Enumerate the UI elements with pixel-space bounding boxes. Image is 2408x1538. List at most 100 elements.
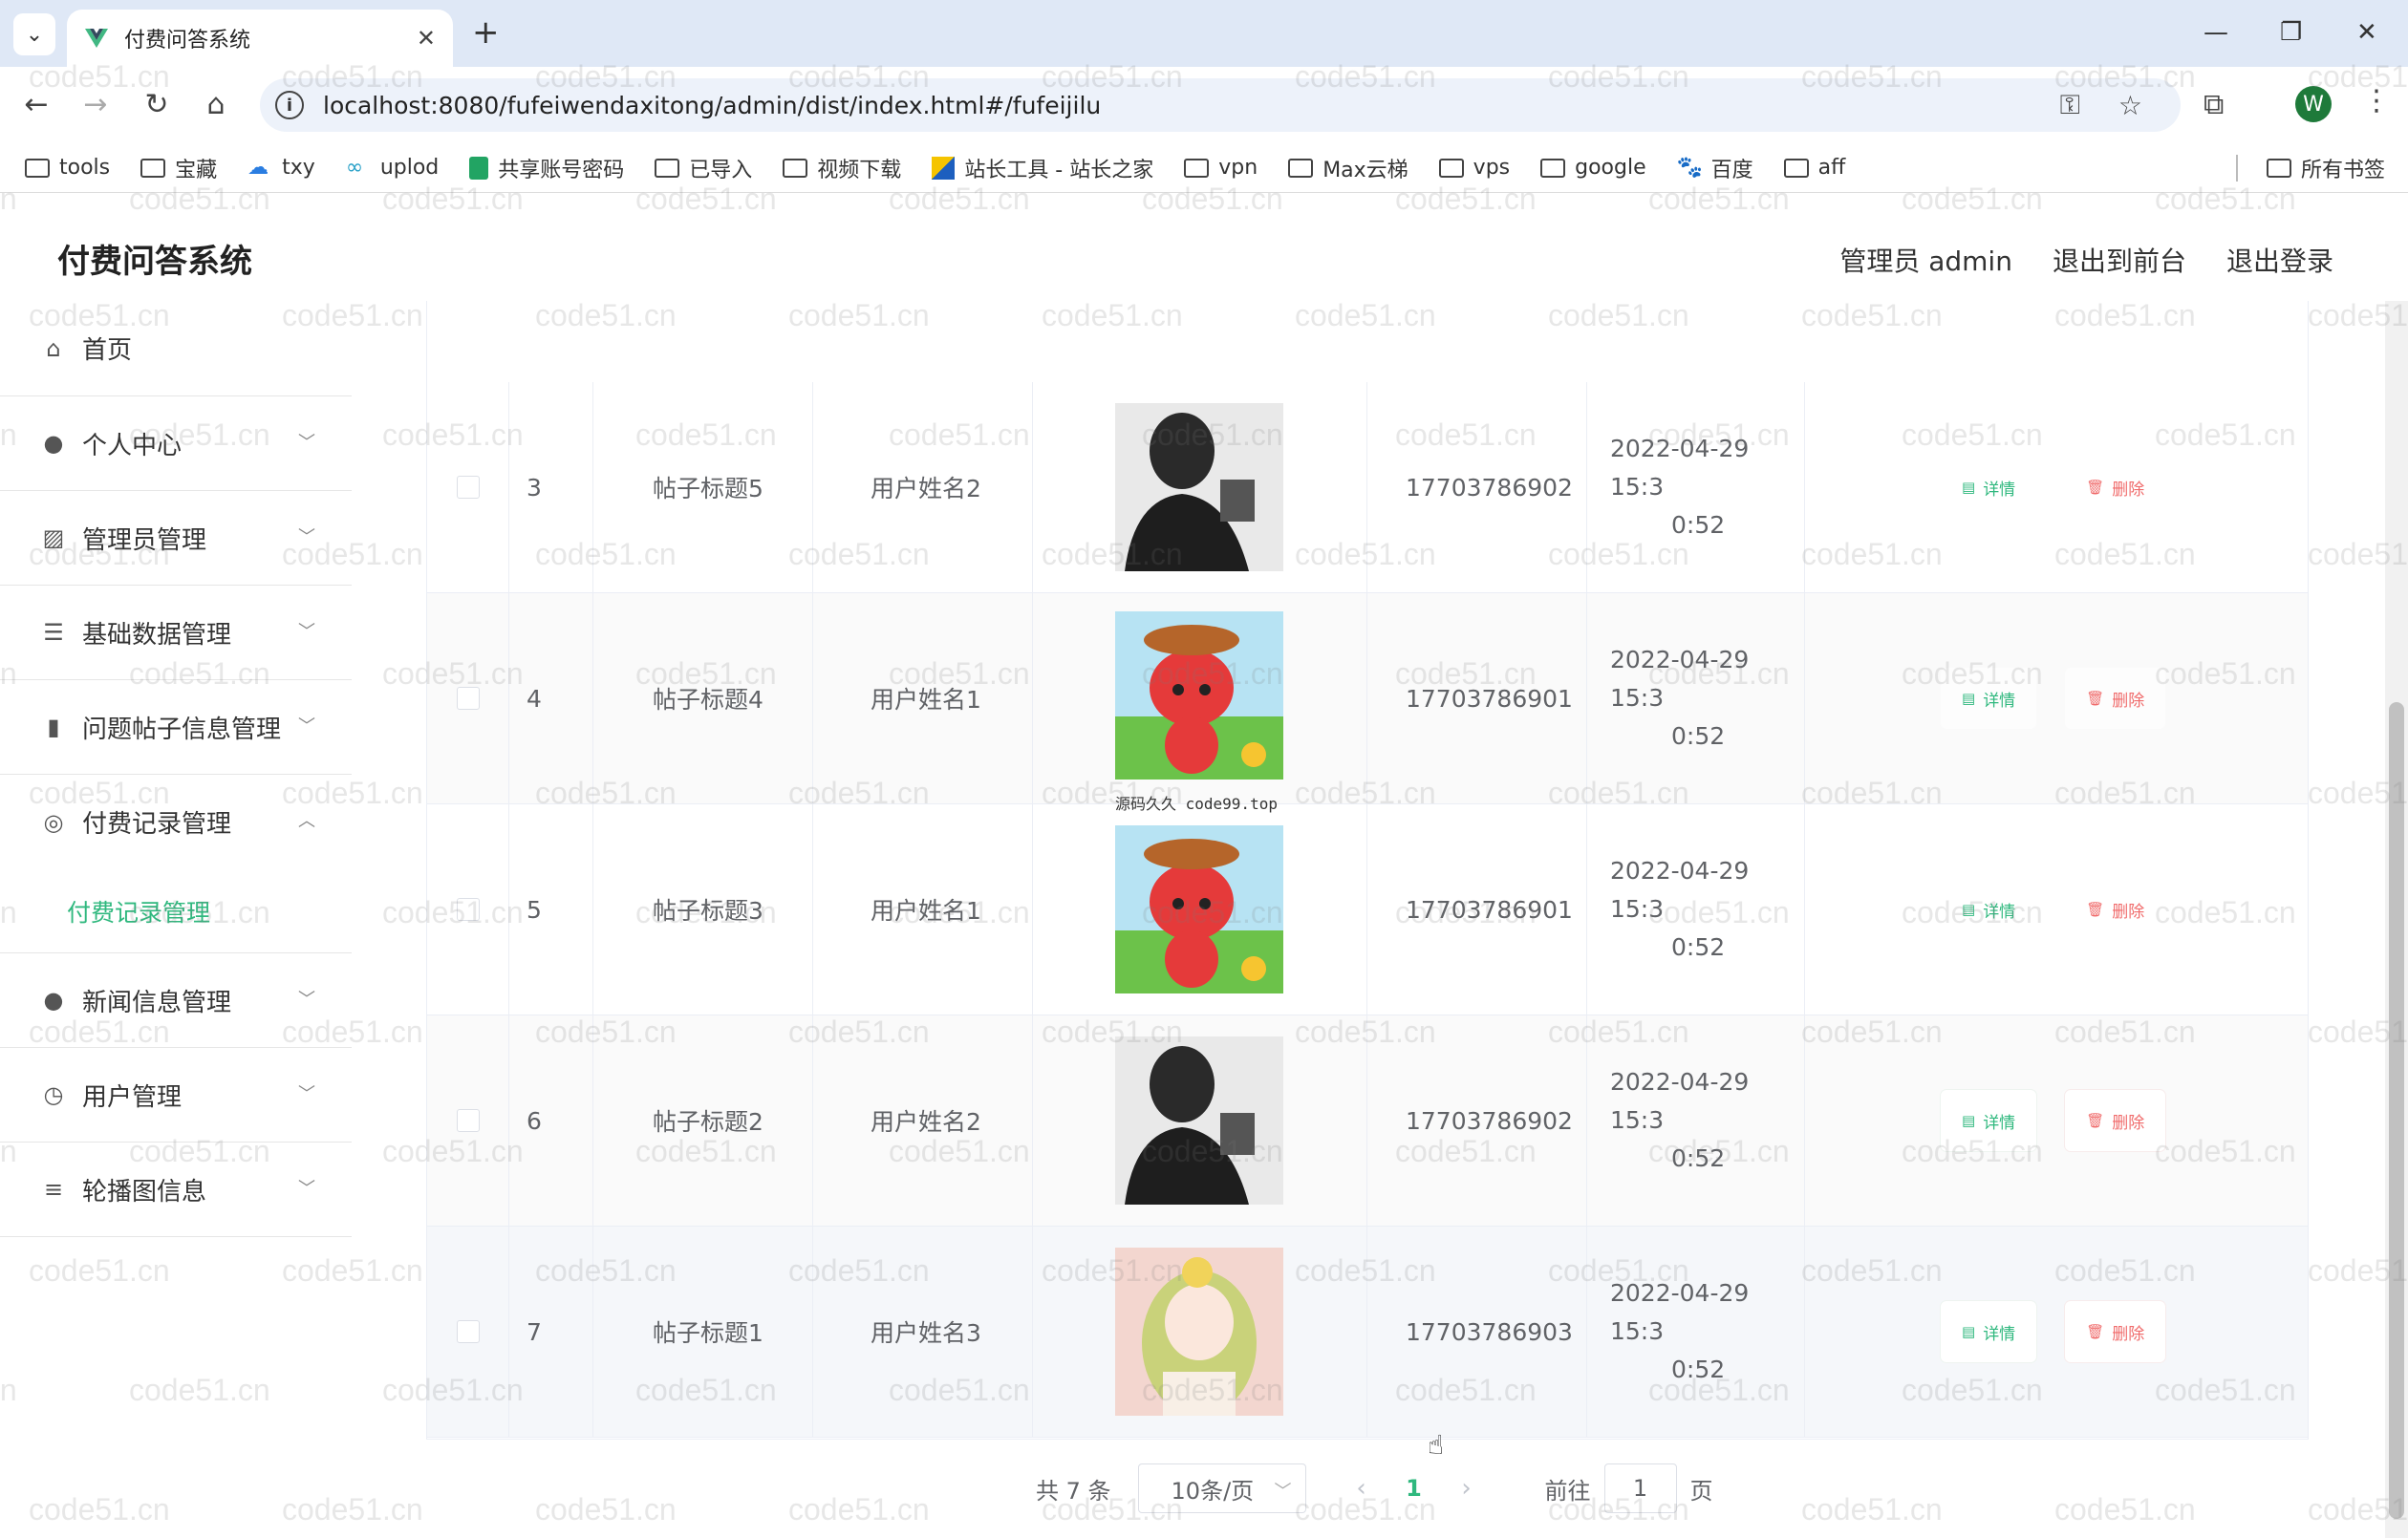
goto-page-input[interactable]: 1 xyxy=(1603,1463,1677,1513)
bookmark-item[interactable]: 站长工具 - 站长之家 xyxy=(932,153,1153,183)
back-icon[interactable]: ← xyxy=(17,86,55,124)
document-icon: ▤ xyxy=(1962,479,1976,496)
detail-button[interactable]: ▤ 详情 xyxy=(1941,668,2037,729)
title-cell: 帖子标题1 xyxy=(593,1227,813,1437)
goto-label: 前往 xyxy=(1544,1477,1591,1505)
page-number-current[interactable]: 1 xyxy=(1390,1475,1438,1502)
browser-tab[interactable]: 付费问答系统 ✕ xyxy=(67,10,453,67)
back-to-front-link[interactable]: 退出到前台 xyxy=(2053,241,2186,279)
home-icon[interactable]: ⌂ xyxy=(197,86,235,124)
browser-menu-icon[interactable]: ⋮ xyxy=(2362,84,2391,117)
folder-icon xyxy=(1783,158,1809,178)
bookmark-star-icon[interactable]: ☆ xyxy=(2118,90,2142,121)
tab-search-icon[interactable]: ⌄ xyxy=(13,13,55,55)
bookmark-item[interactable]: aff xyxy=(1783,156,1845,180)
browser-toolbar: ← → ↻ ⌂ i localhost:8080/fufeiwendaxiton… xyxy=(0,67,2408,143)
bookmark-item[interactable]: 共享账号密码 xyxy=(469,153,624,183)
browser-tabstrip: ⌄ 付费问答系统 ✕ + — ❐ ✕ xyxy=(0,0,2408,67)
trash-icon: 🗑 xyxy=(2086,1323,2105,1340)
time-line2: 0:52 xyxy=(1671,511,1726,539)
sidebar-item-users[interactable]: ◷ 用户管理 ﹀ xyxy=(0,1048,352,1143)
man-photo-image xyxy=(1115,403,1283,571)
sidebar-item-home[interactable]: ⌂ 首页 xyxy=(0,301,352,396)
folder-icon xyxy=(655,158,680,178)
chevron-down-icon: ﹀ xyxy=(298,527,315,547)
bookmark-item[interactable]: 🐾 百度 xyxy=(1677,153,1753,183)
bookmark-item[interactable]: ☁ txy xyxy=(247,156,315,180)
time-line1: 2022-04-29 15:3 xyxy=(1610,435,1750,501)
sidebar-item-carousel[interactable]: ≡ 轮播图信息 ﹀ xyxy=(0,1143,352,1237)
close-window-icon[interactable]: ✕ xyxy=(2356,13,2377,52)
address-bar[interactable]: i localhost:8080/fufeiwendaxitong/admin/… xyxy=(260,78,2181,132)
page-size-select[interactable]: 10条/页 ﹀ xyxy=(1137,1463,1306,1513)
fox-cartoon-image xyxy=(1115,825,1283,993)
sidebar-item-admins[interactable]: ▨ 管理员管理 ﹀ xyxy=(0,491,352,586)
anime-girl-image xyxy=(1115,1248,1283,1416)
profile-avatar[interactable]: W xyxy=(2295,86,2332,122)
scrollbar-thumb[interactable] xyxy=(2389,702,2404,1519)
sidebar-subitem-payments[interactable]: 付费记录管理 xyxy=(0,869,352,953)
bookmark-item[interactable]: 宝藏 xyxy=(140,153,217,183)
sidebar-item-base-data[interactable]: ☰ 基础数据管理 ﹀ xyxy=(0,586,352,680)
restore-icon[interactable]: ❐ xyxy=(2280,13,2302,52)
bookmark-item[interactable]: vps xyxy=(1438,156,1510,180)
sidebar-item-profile[interactable]: ● 个人中心 ﹀ xyxy=(0,396,352,491)
url-text[interactable]: localhost:8080/fufeiwendaxitong/admin/di… xyxy=(323,92,2060,119)
detail-button[interactable]: ▤ 详情 xyxy=(1941,1301,2037,1362)
ops-cell: ▤ 详情 🗑 删除 xyxy=(1805,1015,2308,1226)
sidebar-item-news[interactable]: ● 新闻信息管理 ﹀ xyxy=(0,953,352,1048)
bookmark-item[interactable]: ∞ uplod xyxy=(346,156,439,180)
time-cell: 2022-04-29 15:3 0:52 xyxy=(1587,804,1805,1015)
forward-icon[interactable]: → xyxy=(76,86,115,124)
document-icon: ▤ xyxy=(1962,1323,1976,1340)
row-checkbox[interactable] xyxy=(456,898,480,921)
bookmark-item[interactable]: Max云梯 xyxy=(1288,153,1408,183)
bookmark-item[interactable]: google xyxy=(1540,156,1646,180)
index-cell: 4 xyxy=(509,593,593,803)
row-checkbox[interactable] xyxy=(456,476,480,499)
user-cell: 用户姓名3 xyxy=(813,1227,1033,1437)
page-scrollbar[interactable] xyxy=(2385,301,2408,1538)
logout-link[interactable]: 退出登录 xyxy=(2226,241,2333,279)
app-header: 付费问答系统 管理员 admin 退出到前台 退出登录 xyxy=(0,201,2385,301)
detail-button[interactable]: ▤ 详情 xyxy=(1941,457,2037,518)
delete-button[interactable]: 🗑 删除 xyxy=(2065,879,2166,940)
all-bookmarks[interactable]: 所有书签 xyxy=(2266,153,2385,183)
site-info-icon[interactable]: i xyxy=(275,91,304,119)
password-key-icon[interactable]: ⚿ xyxy=(2060,89,2080,121)
row-checkbox[interactable] xyxy=(456,687,480,710)
ops-cell: ▤ 详情 🗑 删除 xyxy=(1805,804,2308,1015)
sidebar-item-payments[interactable]: ◎ 付费记录管理 ︿ xyxy=(0,775,352,869)
time-cell: 2022-04-29 15:3 0:52 xyxy=(1587,1015,1805,1226)
detail-button[interactable]: ▤ 详情 xyxy=(1941,879,2037,940)
detail-button[interactable]: ▤ 详情 xyxy=(1941,1090,2037,1151)
cloud-icon: ☁ xyxy=(247,155,269,180)
minimize-icon[interactable]: — xyxy=(2204,13,2228,52)
folder-icon xyxy=(1288,158,1314,178)
user-cell: 用户姓名2 xyxy=(813,382,1033,592)
bookmark-item[interactable]: 视频下载 xyxy=(783,153,901,183)
chevron-down-icon: ﹀ xyxy=(298,1179,315,1199)
document-icon: ▤ xyxy=(1962,901,1976,918)
delete-button[interactable]: 🗑 删除 xyxy=(2065,1301,2166,1362)
next-page-icon[interactable]: › xyxy=(1438,1474,1495,1503)
image-cell xyxy=(1033,382,1367,592)
row-checkbox[interactable] xyxy=(456,1320,480,1343)
main-content: 3 帖子标题5 用户姓名2 17703786902 2022-04-29 15:… xyxy=(392,301,2385,1538)
reload-icon[interactable]: ↻ xyxy=(138,86,176,124)
delete-button[interactable]: 🗑 删除 xyxy=(2065,457,2166,518)
new-tab-button[interactable]: + xyxy=(472,13,500,52)
sidebar-item-posts[interactable]: ▮ 问题帖子信息管理 ﹀ xyxy=(0,680,352,775)
bookmark-item[interactable]: vpn xyxy=(1184,156,1258,180)
delete-button[interactable]: 🗑 删除 xyxy=(2065,1090,2166,1151)
hand-cursor-icon: ☝ xyxy=(1428,1429,1445,1461)
extensions-icon[interactable]: ⧉ xyxy=(2204,88,2224,121)
bookmark-item[interactable]: 已导入 xyxy=(655,153,752,183)
row-checkbox[interactable] xyxy=(456,1109,480,1132)
table-row: 7 帖子标题1 用户姓名3 17703786903 2022-04-29 15:… xyxy=(427,1227,2308,1438)
bookmark-item[interactable]: tools xyxy=(25,156,110,180)
prev-page-icon[interactable]: ‹ xyxy=(1333,1474,1390,1503)
index-cell: 5 xyxy=(509,804,593,1015)
tab-close-icon[interactable]: ✕ xyxy=(417,25,436,52)
delete-button[interactable]: 🗑 删除 xyxy=(2065,668,2166,729)
